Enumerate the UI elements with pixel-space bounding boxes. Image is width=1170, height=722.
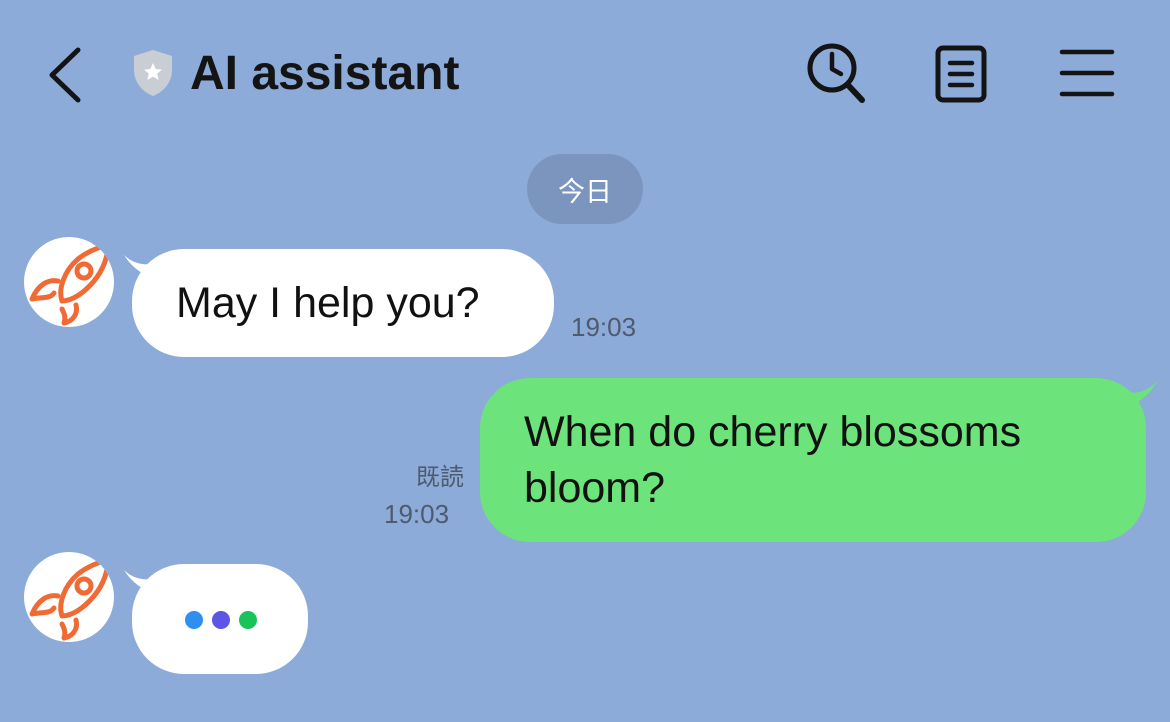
rocket-icon — [29, 242, 111, 326]
assistant-avatar[interactable] — [24, 552, 114, 642]
message-time: 19:03 — [571, 312, 637, 342]
typing-dot — [185, 611, 203, 629]
clock-search-icon — [807, 43, 865, 103]
back-button[interactable] — [36, 40, 96, 108]
typing-dot — [239, 611, 257, 629]
message-bubble-user[interactable]: When do cherry blossoms bloom? — [480, 378, 1160, 544]
typing-indicator-bubble — [122, 564, 312, 676]
menu-button[interactable] — [1054, 40, 1118, 106]
message-text: May I help you? — [176, 279, 480, 327]
message-text-line: bloom? — [524, 464, 666, 512]
search-history-button[interactable] — [804, 40, 868, 106]
assistant-avatar[interactable] — [24, 237, 114, 327]
menu-icon — [1059, 49, 1115, 97]
message-time: 19:03 — [384, 499, 450, 529]
chat-title: AI assistant — [190, 47, 460, 100]
message-bubble-assistant[interactable]: May I help you? — [122, 249, 562, 359]
rocket-icon — [29, 557, 111, 641]
notes-button[interactable] — [930, 40, 994, 106]
chevron-left-icon — [49, 47, 81, 103]
read-receipt: 既読 — [416, 464, 464, 491]
shield-star-icon — [130, 48, 176, 98]
date-separator: 今日 — [527, 154, 643, 224]
typing-dot — [212, 611, 230, 629]
message-text-line: When do cherry blossoms — [524, 408, 1022, 456]
notes-icon — [935, 45, 987, 103]
